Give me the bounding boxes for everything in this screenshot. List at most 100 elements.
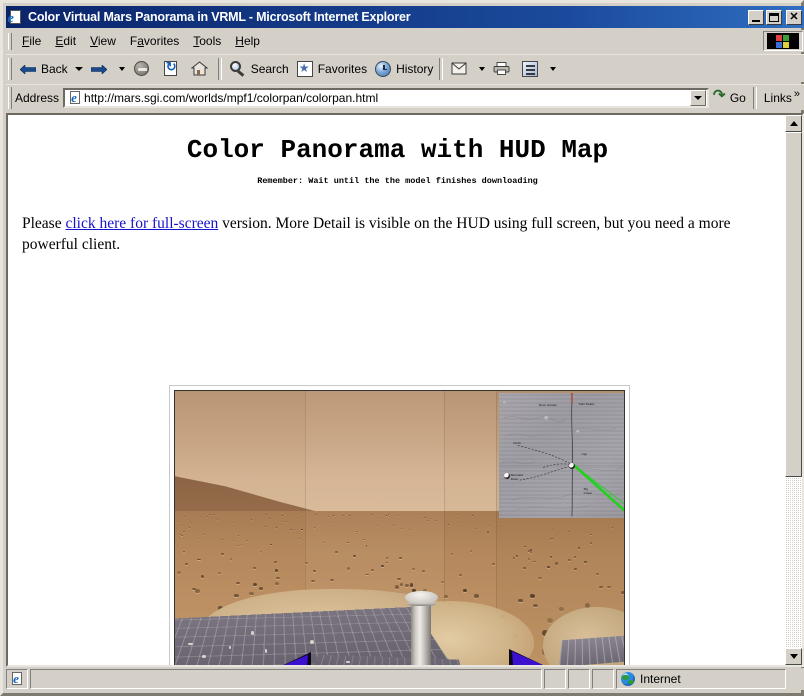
surface-rock [253,582,257,586]
address-input[interactable]: e http://mars.sgi.com/worlds/mpf1/colorp… [63,87,709,108]
surface-rock [183,531,185,532]
surface-rock [298,537,300,539]
ie-animated-logo-icon[interactable] [763,31,803,51]
surface-rock [234,594,239,597]
menu-item-favorites[interactable]: Favorites [123,32,186,50]
surface-rock [584,560,588,563]
menu-item-file[interactable]: FFileile [15,32,48,50]
lander-mast-cap [405,590,438,604]
intro-paragraph: Please click here for full-screen versio… [22,214,773,255]
page-title: Color Panorama with HUD Map [186,135,609,165]
links-label: Links [763,90,792,105]
lander-mast [410,598,432,665]
history-button[interactable]: History [370,57,436,81]
favorites-button[interactable]: Favorites [292,57,370,81]
edit-button[interactable] [517,57,546,81]
ie-document-icon[interactable]: e [8,9,24,25]
forward-button[interactable] [86,57,115,81]
search-button[interactable]: Search [225,57,292,81]
menu-item-help[interactable]: Help [228,32,267,50]
print-button[interactable] [488,57,517,81]
forward-dropdown-chevron-down-icon[interactable] [118,66,125,71]
hud-crater [543,415,549,420]
edit-dropdown-chevron-down-icon[interactable] [550,66,557,71]
panel-highlight [345,661,350,663]
surface-rock [177,571,181,574]
status-security-zone[interactable]: Internet [616,669,786,689]
maximize-button[interactable] [766,9,782,25]
links-button[interactable]: Links » [760,87,804,109]
surface-rock [363,538,365,540]
panel-highlight [228,646,231,649]
nav-arrow-right[interactable] [508,648,544,665]
surface-rock [532,603,538,607]
mail-dropdown-chevron-down-icon[interactable] [479,66,486,71]
menu-item-edit[interactable]: Edit [48,32,83,50]
go-arrow-icon [713,87,728,105]
hud-label: Big Crater [583,486,593,495]
vrml-panorama-viewport[interactable]: Rock Garden Twin Peaks North Yogi Mermai… [174,390,625,665]
status-page-icon: e [6,669,28,689]
menu-item-view[interactable]: View [83,32,123,50]
surface-rock [370,569,374,572]
hud-lander-marker [568,462,575,469]
close-button[interactable]: ✕ [786,9,802,25]
vertical-scrollbar[interactable] [785,115,802,665]
menu-drag-grip[interactable] [8,32,12,50]
address-separator [752,86,757,109]
surface-rock [330,578,334,581]
search-icon [228,59,249,79]
fullscreen-link[interactable]: click here for full-screen [65,215,218,232]
scrollbar-track[interactable] [785,132,802,648]
address-label: Address [15,90,60,105]
address-dropdown-chevron-down-icon[interactable] [689,89,706,106]
surface-rock [440,580,445,583]
internet-zone-globe-icon [621,672,635,686]
address-drag-grip[interactable] [8,86,12,109]
history-clock-icon [373,59,394,79]
surface-rock [427,520,429,521]
back-button[interactable]: Back [15,57,71,81]
close-icon: ✕ [789,10,799,23]
stop-button[interactable] [128,57,157,81]
arrow-left-icon [18,59,39,79]
surface-rock [206,515,208,517]
go-label: Go [729,90,746,105]
minimize-button[interactable] [748,9,764,25]
scroll-up-arrow-icon[interactable] [785,115,802,132]
scroll-thumb[interactable] [785,132,802,477]
surface-rock [554,562,558,565]
nav-arrow-left[interactable] [276,651,312,665]
favorites-star-icon [295,59,316,79]
surface-rock [458,514,459,515]
resize-grip[interactable] [790,672,804,686]
surface-rock [276,576,280,580]
refresh-button[interactable] [157,57,186,81]
surface-rock [399,556,402,559]
title-bar[interactable]: e Color Virtual Mars Panorama in VRML - … [6,6,804,28]
surface-rock [195,588,200,593]
surface-rock [346,567,350,570]
surface-rock [457,522,459,524]
links-chevron-icon: » [793,87,800,100]
scroll-down-arrow-icon[interactable] [785,648,802,665]
surface-rock [282,514,283,516]
toolbar-drag-grip[interactable] [8,57,12,80]
panel-highlight [201,655,206,658]
go-button[interactable]: Go [709,87,750,109]
hud-label: Yogi [581,451,587,456]
surface-rock [327,515,329,517]
html-document: Color Panorama with HUD Map Remember: Wa… [8,115,787,665]
mail-button[interactable] [446,57,475,81]
search-label: Search [250,61,289,76]
home-button[interactable] [186,57,215,81]
surface-rock [397,515,399,516]
surface-rock [420,514,421,515]
surface-rock [529,551,532,553]
back-dropdown-chevron-down-icon[interactable] [74,66,83,71]
menu-item-tools[interactable]: Tools [186,32,228,50]
surface-rock [198,558,201,560]
surface-rock [409,583,414,587]
ie-page-icon: e [67,90,81,105]
mail-icon [449,59,470,79]
